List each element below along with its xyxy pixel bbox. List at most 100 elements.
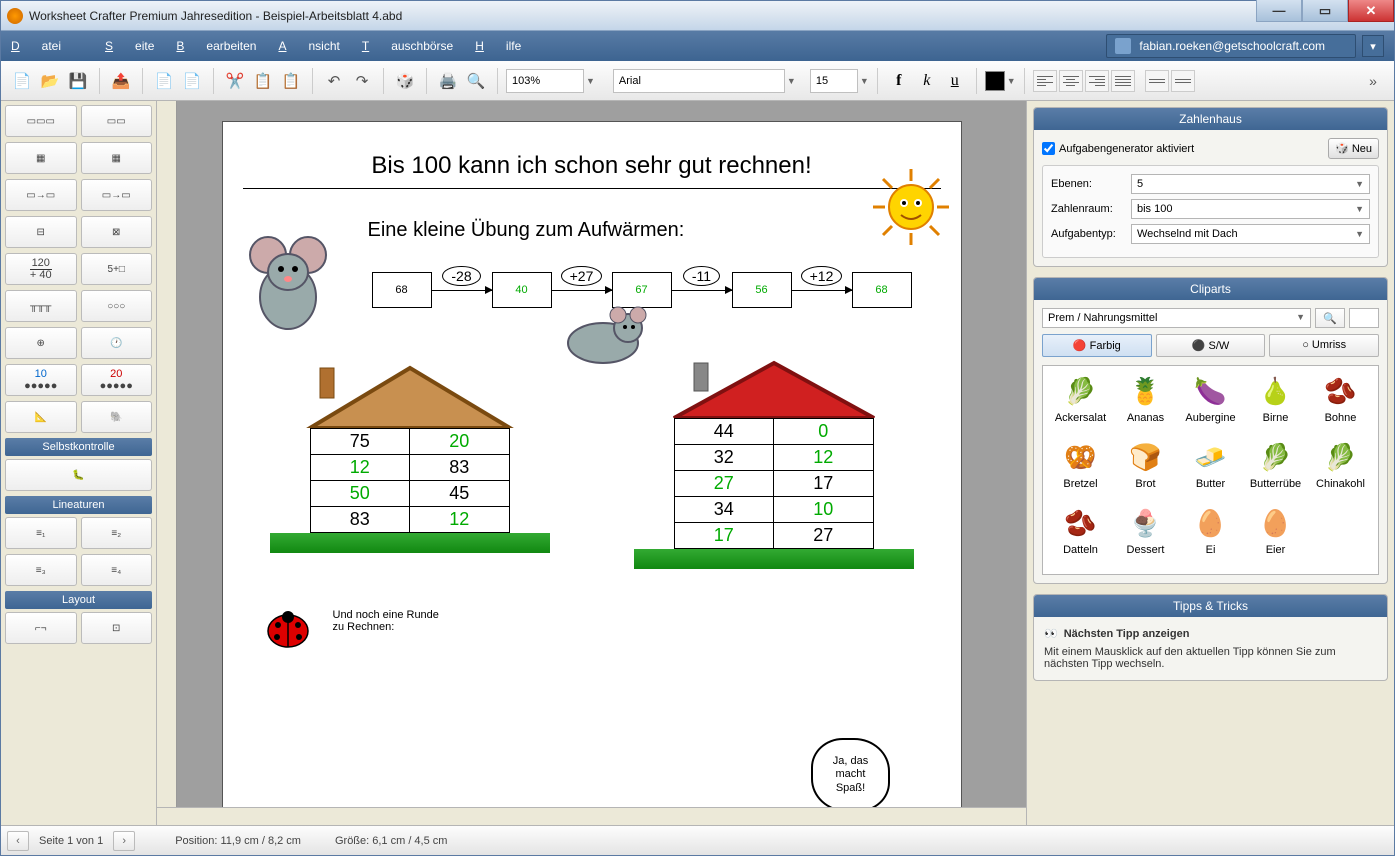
tip-heading[interactable]: 👀Nächsten Tipp anzeigen bbox=[1044, 627, 1377, 640]
clipart-item[interactable]: 🥬Ackersalat bbox=[1049, 372, 1112, 436]
print-button[interactable]: 🖨️ bbox=[435, 68, 461, 94]
menu-hilfe[interactable]: Hilfe bbox=[475, 39, 521, 53]
clipart-item[interactable]: 🥬Butterrübe bbox=[1244, 438, 1307, 502]
close-button[interactable]: ✕ bbox=[1348, 0, 1394, 22]
zoom-select[interactable] bbox=[506, 69, 584, 93]
undo-button[interactable]: ↶ bbox=[321, 68, 347, 94]
menu-bearbeiten[interactable]: Bearbeiten bbox=[176, 39, 256, 53]
user-dropdown[interactable]: ▾ bbox=[1362, 35, 1384, 57]
tool-clock[interactable]: 🕐 bbox=[81, 327, 153, 359]
tool-dots10[interactable]: 10●●●●● bbox=[5, 364, 77, 396]
tool-geo[interactable]: 📐 bbox=[5, 401, 77, 433]
neu-button[interactable]: 🎲Neu bbox=[1328, 138, 1379, 159]
clipart-item[interactable]: 🍐Birne bbox=[1244, 372, 1307, 436]
tool-tree2[interactable]: ⊠ bbox=[81, 216, 153, 248]
page-delete-button[interactable]: 📄 bbox=[179, 68, 205, 94]
tool-target[interactable]: ⊕ bbox=[5, 327, 77, 359]
clipart-item[interactable]: 🍞Brot bbox=[1114, 438, 1177, 502]
tool-animal[interactable]: 🐘 bbox=[81, 401, 153, 433]
tool-lines4[interactable]: ≡₄ bbox=[81, 554, 153, 586]
page-next-button[interactable]: › bbox=[113, 831, 135, 851]
clipart-item[interactable]: 🍨Dessert bbox=[1114, 504, 1177, 568]
mode-umriss[interactable]: ○ Umriss bbox=[1269, 334, 1379, 357]
preview-button[interactable]: 🔍 bbox=[463, 68, 489, 94]
zahlenraum-select[interactable]: bis 100▼ bbox=[1131, 199, 1370, 219]
tool-add[interactable]: 120+ 40 bbox=[5, 253, 77, 285]
menu-ansicht[interactable]: Ansicht bbox=[278, 39, 339, 53]
clipart-item[interactable]: 🥚Ei bbox=[1179, 504, 1242, 568]
redo-button[interactable]: ↷ bbox=[349, 68, 375, 94]
bold-button[interactable]: f bbox=[886, 68, 912, 94]
tool-grid1[interactable]: ▦ bbox=[5, 142, 77, 174]
italic-button[interactable]: k bbox=[914, 68, 940, 94]
maximize-button[interactable]: ▭ bbox=[1302, 0, 1348, 22]
new-button[interactable]: 📄 bbox=[9, 68, 35, 94]
page-add-button[interactable]: 📄 bbox=[151, 68, 177, 94]
menu-tauschboerse[interactable]: Tauschbörse bbox=[362, 39, 453, 53]
underline-button[interactable]: u bbox=[942, 68, 968, 94]
search-icon[interactable]: 🔍 bbox=[1315, 308, 1345, 328]
tool-lines2[interactable]: ≡₂ bbox=[81, 517, 153, 549]
color-filter-icon[interactable] bbox=[1349, 308, 1379, 328]
house-2[interactable]: 44 4403212271734101727 bbox=[634, 358, 914, 569]
mode-sw[interactable]: ⚫ S/W bbox=[1156, 334, 1266, 357]
size-chevron-icon[interactable]: ▼ bbox=[860, 76, 869, 86]
mouse-clipart[interactable] bbox=[243, 227, 333, 337]
tool-layout1[interactable]: ⌐¬ bbox=[5, 612, 77, 644]
worksheet-page[interactable]: Bis 100 kann ich schon sehr gut rechnen!… bbox=[222, 121, 962, 807]
h-scrollbar[interactable] bbox=[157, 807, 1026, 825]
fontsize-select[interactable] bbox=[810, 69, 858, 93]
clipart-item[interactable]: 🍍Ananas bbox=[1114, 372, 1177, 436]
paste-button[interactable]: 📋 bbox=[278, 68, 304, 94]
user-account[interactable]: fabian.roeken@getschoolcraft.com bbox=[1106, 34, 1356, 58]
clipart-item[interactable]: 🫘Datteln bbox=[1049, 504, 1112, 568]
generator-checkbox[interactable] bbox=[1042, 142, 1055, 155]
align-center-button[interactable] bbox=[1059, 70, 1083, 92]
tool-chain1[interactable]: ▭→▭ bbox=[5, 179, 77, 211]
tool-lines1[interactable]: ≡₁ bbox=[5, 517, 77, 549]
tool-tree1[interactable]: ⊟ bbox=[5, 216, 77, 248]
clipart-item[interactable]: 🫘Bohne bbox=[1309, 372, 1372, 436]
tool-chain2[interactable]: ▭→▭ bbox=[81, 179, 153, 211]
clipart-item[interactable]: 🍆Aubergine bbox=[1179, 372, 1242, 436]
save-button[interactable]: 💾 bbox=[65, 68, 91, 94]
valign-mid-button[interactable] bbox=[1171, 70, 1195, 92]
clipart-item[interactable]: 🥬Chinakohl bbox=[1309, 438, 1372, 502]
tool-ruler[interactable]: ╥╥╥ bbox=[5, 290, 77, 322]
copy-button[interactable]: 📋 bbox=[250, 68, 276, 94]
minimize-button[interactable]: — bbox=[1256, 0, 1302, 22]
clipart-item[interactable]: 🥚Eier bbox=[1244, 504, 1307, 568]
mode-farbig[interactable]: 🔴 Farbig bbox=[1042, 334, 1152, 357]
tool-blocks1[interactable]: ▭▭▭ bbox=[5, 105, 77, 137]
tool-beads[interactable]: ○○○ bbox=[81, 290, 153, 322]
canvas-scroll[interactable]: Bis 100 kann ich schon sehr gut rechnen!… bbox=[157, 101, 1026, 807]
align-justify-button[interactable] bbox=[1111, 70, 1135, 92]
align-left-button[interactable] bbox=[1033, 70, 1057, 92]
font-chevron-icon[interactable]: ▼ bbox=[787, 76, 796, 86]
clipart-item[interactable]: 🧈Butter bbox=[1179, 438, 1242, 502]
color-picker[interactable] bbox=[985, 71, 1005, 91]
tool-grid2[interactable]: ▦ bbox=[81, 142, 153, 174]
dice-button[interactable]: 🎲 bbox=[392, 68, 418, 94]
ebenen-select[interactable]: 5▼ bbox=[1131, 174, 1370, 194]
clipart-category[interactable]: Prem / Nahrungsmittel▼ bbox=[1042, 308, 1311, 328]
color-chevron-icon[interactable]: ▼ bbox=[1007, 76, 1016, 86]
export-button[interactable]: 📤 bbox=[108, 68, 134, 94]
align-right-button[interactable] bbox=[1085, 70, 1109, 92]
page-prev-button[interactable]: ‹ bbox=[7, 831, 29, 851]
aufgabentyp-select[interactable]: Wechselnd mit Dach▼ bbox=[1131, 224, 1370, 244]
tool-lines3[interactable]: ≡₃ bbox=[5, 554, 77, 586]
font-select[interactable] bbox=[613, 69, 785, 93]
ladybug-clipart[interactable] bbox=[263, 609, 313, 649]
tool-equation[interactable]: 5+□ bbox=[81, 253, 153, 285]
toolbar-overflow[interactable]: » bbox=[1360, 68, 1386, 94]
tool-selfcheck[interactable]: 🐛 bbox=[5, 459, 152, 491]
clipart-item[interactable]: 🥨Bretzel bbox=[1049, 438, 1112, 502]
menu-seite[interactable]: Seite bbox=[105, 39, 154, 53]
sun-clipart[interactable] bbox=[871, 167, 951, 247]
open-button[interactable]: 📂 bbox=[37, 68, 63, 94]
zoom-chevron-icon[interactable]: ▼ bbox=[586, 76, 595, 86]
thought-bubble[interactable]: Ja, das macht Spaß! bbox=[761, 720, 941, 807]
cut-button[interactable]: ✂️ bbox=[222, 68, 248, 94]
house-1[interactable]: 95 7520128350458312 bbox=[270, 358, 550, 569]
